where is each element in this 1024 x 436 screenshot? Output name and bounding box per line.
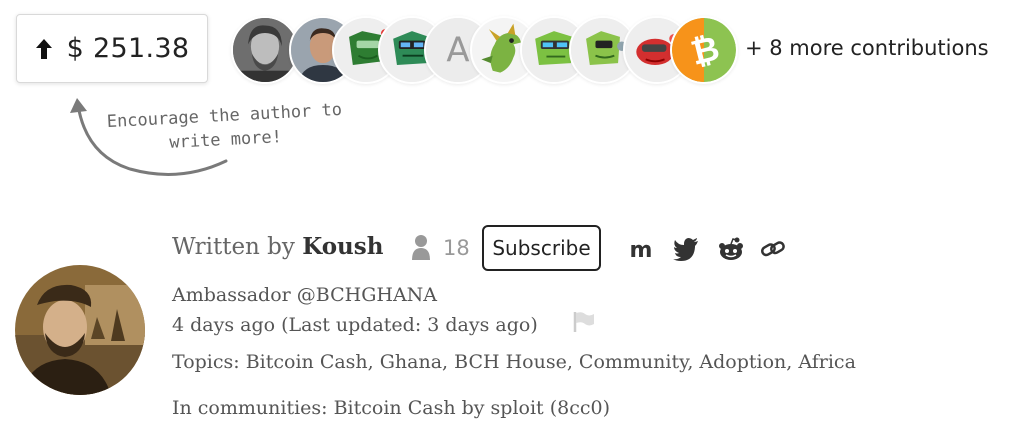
- svg-text:m: m: [630, 238, 653, 261]
- link-icon: [761, 241, 785, 257]
- flag-icon[interactable]: [572, 311, 596, 333]
- written-by-line: Written by Koush: [172, 233, 383, 260]
- more-contributions-link[interactable]: + 8 more contributions: [745, 36, 989, 60]
- tip-button[interactable]: $ 251.38: [16, 14, 208, 83]
- arrow-up-icon: [35, 38, 52, 59]
- subscribe-button[interactable]: Subscribe: [482, 225, 601, 271]
- article-timestamp: 4 days ago (Last updated: 3 days ago): [172, 314, 538, 336]
- article-topics: Topics: Bitcoin Cash, Ghana, BCH House, …: [172, 351, 856, 373]
- author-name-link[interactable]: Koush: [302, 233, 383, 260]
- bch-logo-icon: ₿: [672, 18, 736, 82]
- subscriber-count: 18: [443, 236, 470, 260]
- contributor-avatar-letter: A: [446, 30, 469, 69]
- contributor-avatar[interactable]: ₿: [670, 16, 738, 84]
- share-medium[interactable]: m: [628, 237, 654, 261]
- twitter-icon: [673, 238, 698, 261]
- share-copy-link[interactable]: [760, 237, 786, 261]
- author-bio: Ambassador @BCHGHANA: [172, 284, 438, 306]
- medium-icon: m: [630, 238, 653, 261]
- article-communities: In communities: Bitcoin Cash by sploit (…: [172, 397, 610, 419]
- written-by-label: Written by: [172, 234, 295, 260]
- author-avatar[interactable]: [15, 265, 145, 395]
- reddit-icon: [719, 237, 743, 260]
- tip-amount: $ 251.38: [66, 33, 190, 64]
- share-reddit[interactable]: [718, 237, 744, 261]
- share-twitter[interactable]: [673, 237, 699, 261]
- person-icon: [412, 235, 430, 260]
